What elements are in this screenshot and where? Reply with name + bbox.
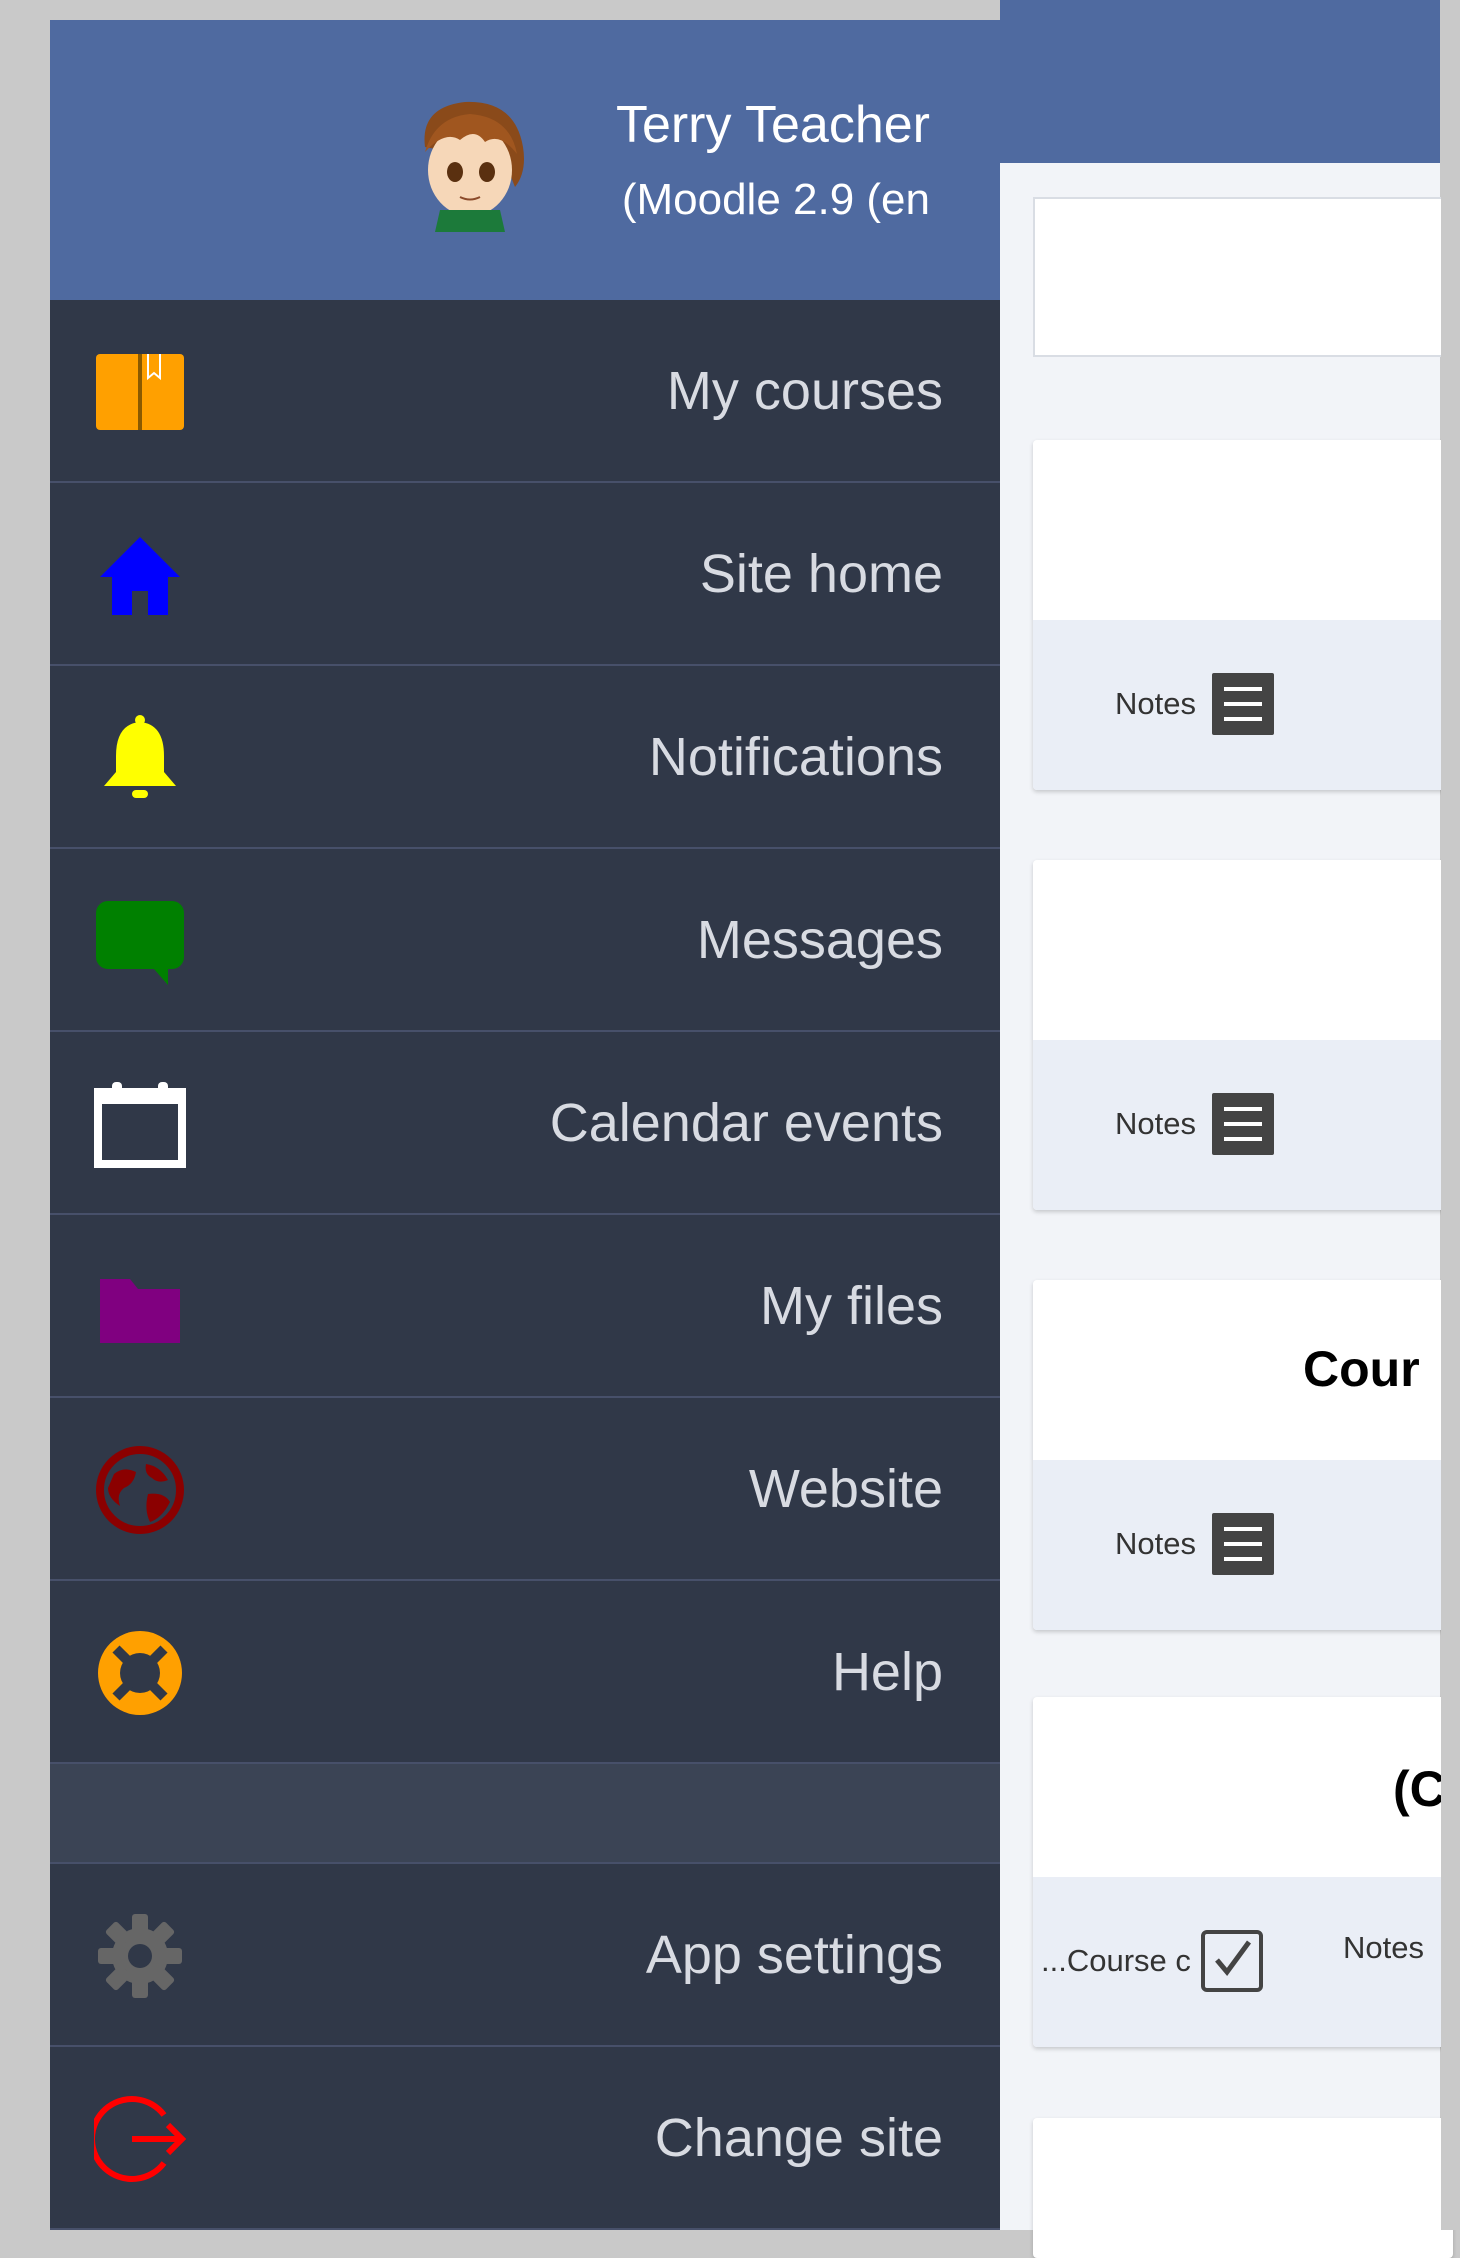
notes-label: Notes: [1115, 686, 1196, 721]
course-card-footer: Notes: [1033, 1040, 1453, 1210]
main-header-bar: [1000, 0, 1440, 163]
menu-item-my-courses[interactable]: My courses: [50, 300, 1000, 483]
course-card[interactable]: Notes: [1033, 440, 1453, 790]
course-card-footer: Notes: [1033, 1460, 1453, 1630]
globe-icon: [96, 1446, 184, 1534]
course-completion-label: ...Course c: [1041, 1943, 1191, 1978]
logout-icon: [94, 2096, 186, 2182]
course-card-footer: ...Course c Notes: [1033, 1877, 1453, 2047]
notes-button[interactable]: Notes: [1115, 1093, 1274, 1155]
course-completion-button[interactable]: ...Course c: [1041, 1930, 1263, 1992]
folder-icon: [100, 1279, 180, 1343]
menu-item-label: Calendar events: [549, 1093, 943, 1153]
notes-button[interactable]: Notes: [1115, 673, 1274, 735]
user-name: Terry Teacher: [615, 96, 930, 154]
menu-item-label: Messages: [696, 910, 943, 970]
course-card[interactable]: (C ...Course c Notes: [1033, 1697, 1453, 2047]
site-name: (Moodle 2.9 (en: [621, 175, 930, 224]
menu-item-label: Help: [831, 1642, 943, 1702]
menu-item-label: My courses: [666, 361, 943, 421]
menu-item-website[interactable]: Website: [50, 1398, 1000, 1581]
menu-item-calendar-events[interactable]: Calendar events: [50, 1032, 1000, 1215]
list-icon: [1211, 1513, 1274, 1575]
side-menu: Terry Teacher (Moodle 2.9 (en My courses…: [50, 20, 1000, 2230]
menu-item-label: Notifications: [648, 727, 943, 787]
gear-icon: [98, 1914, 182, 1998]
list-icon: [1211, 673, 1274, 735]
notes-label: Notes: [1343, 1930, 1424, 1965]
menu-item-messages[interactable]: Messages: [50, 849, 1000, 1032]
menu-item-my-files[interactable]: My files: [50, 1215, 1000, 1398]
calendar-icon: [94, 1082, 186, 1168]
menu-item-app-settings[interactable]: App settings: [50, 1864, 1000, 2047]
notes-button[interactable]: Notes: [1115, 1513, 1274, 1575]
frame-right-border: [1441, 0, 1460, 2230]
menu-item-notifications[interactable]: Notifications: [50, 666, 1000, 849]
avatar: [424, 101, 524, 232]
home-icon: [100, 537, 180, 615]
list-icon: [1211, 1093, 1274, 1155]
chat-bubble-icon: [96, 901, 184, 985]
menu-item-change-site[interactable]: Change site: [50, 2047, 1000, 2230]
checkbox-icon: [1200, 1930, 1263, 1992]
menu-item-label: Change site: [654, 2108, 943, 2168]
course-title: (C: [1393, 1761, 1446, 1817]
menu-separator: [50, 1764, 1000, 1864]
menu-item-label: Site home: [699, 544, 943, 604]
menu-item-help[interactable]: Help: [50, 1581, 1000, 1764]
main-content: Notes Notes Cour Notes (C ...Course c No…: [1000, 0, 1453, 2258]
course-title: Cour: [1303, 1341, 1420, 1397]
notes-label: Notes: [1115, 1106, 1196, 1141]
menu-item-label: Website: [748, 1459, 943, 1519]
lifebuoy-icon: [98, 1631, 182, 1715]
notes-button[interactable]: Notes: [1343, 1930, 1440, 1966]
course-card-footer: Notes: [1033, 620, 1453, 790]
menu-item-label: My files: [759, 1276, 943, 1336]
bell-icon: [104, 715, 176, 798]
search-input[interactable]: [1033, 197, 1453, 357]
user-profile-header[interactable]: Terry Teacher (Moodle 2.9 (en: [50, 20, 1000, 300]
notes-label: Notes: [1115, 1526, 1196, 1561]
course-card[interactable]: Cour Notes: [1033, 1280, 1453, 1630]
book-icon: [96, 354, 184, 430]
course-card[interactable]: Notes: [1033, 860, 1453, 1210]
menu-item-label: App settings: [645, 1925, 943, 1985]
menu-item-site-home[interactable]: Site home: [50, 483, 1000, 666]
course-card[interactable]: [1033, 2118, 1453, 2258]
